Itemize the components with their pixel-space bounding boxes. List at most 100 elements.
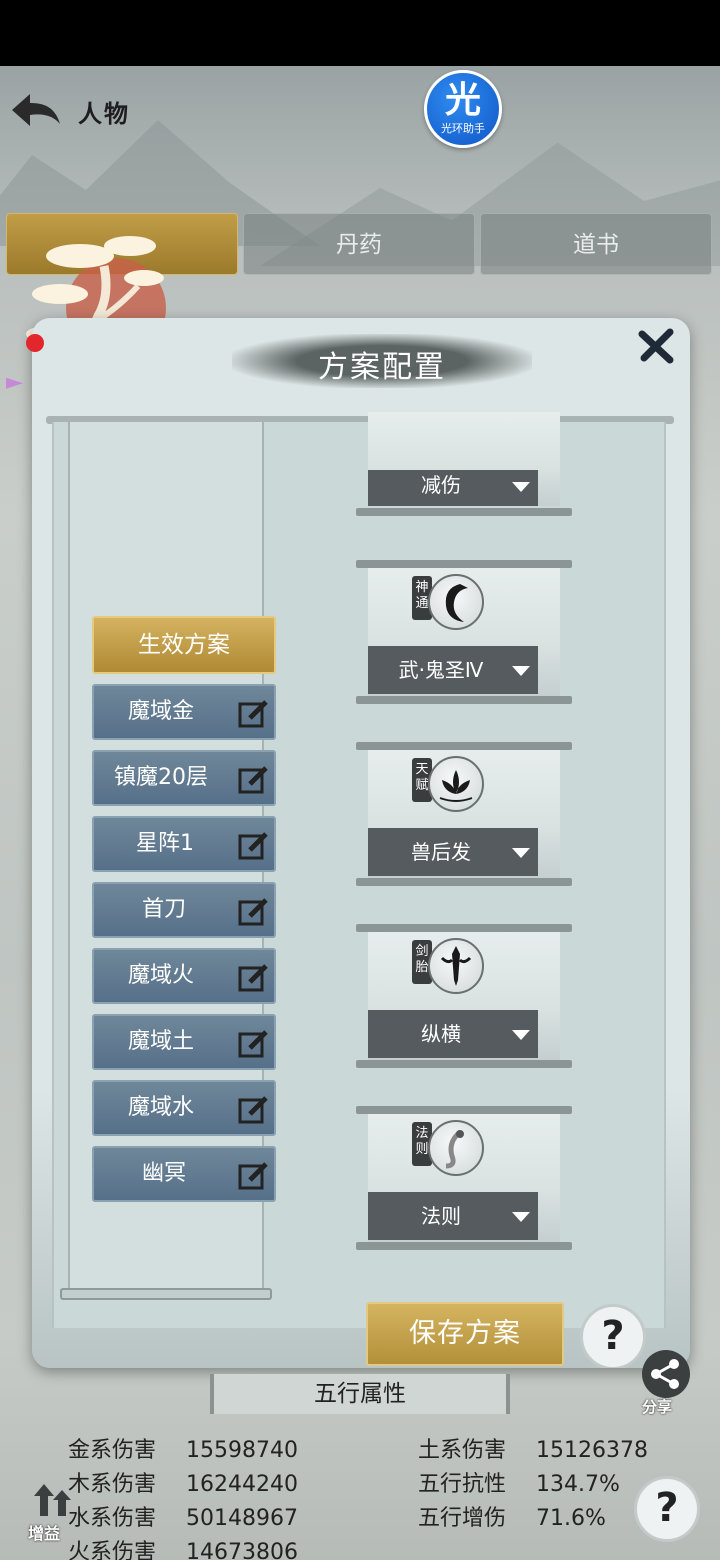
scroll-rod: [356, 1060, 572, 1068]
dialog-title: 方案配置: [318, 350, 446, 385]
slot-select[interactable]: 纵横: [368, 1010, 538, 1058]
plan-item[interactable]: 魔域金: [92, 684, 276, 740]
stat-label: 五行抗性: [418, 1472, 507, 1497]
plan-label: 魔域火: [128, 963, 195, 988]
plan-label: 魔域水: [128, 1095, 195, 1120]
stat-label: 五行增伤: [418, 1506, 507, 1531]
logo-glyph: 光: [444, 80, 481, 121]
scroll-rod: [356, 508, 572, 516]
plan-label: 首刀: [142, 897, 187, 922]
buff-arrows-icon: [34, 1484, 71, 1516]
plan-label: 魔域金: [128, 699, 195, 724]
stat-label: 木系伤害: [68, 1472, 157, 1497]
stat-row: 五行增伤 71.6%: [418, 1500, 606, 1532]
scroll-rod: [356, 742, 572, 750]
plan-item[interactable]: 星阵1: [92, 816, 276, 872]
slot-card-talent: 天赋 兽后发: [356, 742, 574, 888]
helper-logo[interactable]: 光 光环助手: [424, 70, 502, 148]
edit-icon[interactable]: [238, 698, 270, 728]
plan-label: 星阵1: [136, 831, 194, 856]
stat-value: 50148967: [186, 1506, 298, 1531]
scroll-rod: [60, 1288, 272, 1300]
close-icon[interactable]: [636, 326, 676, 366]
tab-pills[interactable]: 丹药: [243, 213, 475, 275]
plan-label: 镇魔20层: [114, 765, 208, 790]
slot-value: 法则: [421, 1204, 461, 1228]
title-ink-brush: 方案配置: [232, 334, 532, 388]
slot-card-shentong: 神通 武·鬼圣Ⅳ: [356, 560, 574, 706]
scroll-rod: [356, 1106, 572, 1114]
scroll-rod: [356, 878, 572, 886]
scroll-rod: [356, 696, 572, 704]
active-plan-button[interactable]: 生效方案: [92, 616, 276, 674]
share-button[interactable]: 分享: [636, 1348, 696, 1418]
help-button[interactable]: ?: [634, 1476, 700, 1542]
tab-daoshu[interactable]: 道书: [480, 213, 712, 275]
shentong-emblem-icon[interactable]: [428, 574, 484, 630]
slot-card-damage-reduction: 减伤: [356, 412, 574, 516]
stat-value: 15598740: [186, 1438, 298, 1463]
buff-label: 增益: [28, 1524, 61, 1543]
share-label: 分享: [642, 1398, 673, 1416]
slot-value: 武·鬼圣Ⅳ: [398, 658, 484, 682]
stat-value: 14673806: [186, 1540, 298, 1560]
edit-icon[interactable]: [238, 830, 270, 860]
scroll-rod: [356, 1242, 572, 1250]
plan-item[interactable]: 魔域土: [92, 1014, 276, 1070]
plan-item[interactable]: 魔域火: [92, 948, 276, 1004]
edit-icon[interactable]: [238, 1160, 270, 1190]
slot-select[interactable]: 武·鬼圣Ⅳ: [368, 646, 538, 694]
slot-value: 减伤: [421, 473, 461, 497]
edit-icon[interactable]: [238, 962, 270, 992]
stat-row: 土系伤害 15126378: [418, 1432, 648, 1464]
chevron-down-icon: [512, 1030, 530, 1040]
stat-label: 火系伤害: [68, 1540, 157, 1560]
stat-row: 金系伤害 15598740: [68, 1432, 298, 1464]
plan-label: 幽冥: [142, 1161, 187, 1186]
stat-row: 火系伤害 14673806: [68, 1534, 298, 1560]
plan-config-dialog: 方案配置 生效方案 魔域金 镇魔20层 星阵1 首刀 魔域火 魔域土 魔域水 幽…: [32, 318, 690, 1368]
chevron-down-icon: [512, 1212, 530, 1222]
stat-value: 15126378: [536, 1438, 648, 1463]
scroll-rod: [356, 560, 572, 568]
sword-emblem-icon[interactable]: [428, 938, 484, 994]
slot-select[interactable]: 减伤: [368, 470, 538, 506]
chevron-down-icon: [512, 482, 530, 492]
stat-row: 水系伤害 50148967: [68, 1500, 298, 1532]
plan-item[interactable]: 幽冥: [92, 1146, 276, 1202]
plan-item[interactable]: 首刀: [92, 882, 276, 938]
law-emblem-icon[interactable]: [428, 1120, 484, 1176]
plan-item[interactable]: 魔域水: [92, 1080, 276, 1136]
stat-value: 71.6%: [536, 1506, 606, 1531]
buff-button[interactable]: 增益: [28, 1482, 78, 1550]
slot-select[interactable]: 兽后发: [368, 828, 538, 876]
page-title: 人物: [78, 100, 130, 128]
side-expand-icon[interactable]: ►: [6, 370, 24, 395]
game-scene: 人物 光 光环助手 丹药 道书 ► 方案配置 生效方案 魔域金 镇魔20层 星阵…: [0, 66, 720, 1560]
lotus-emblem-icon[interactable]: [428, 756, 484, 812]
back-arrow-icon[interactable]: [8, 90, 68, 134]
stat-row: 五行抗性 134.7%: [418, 1466, 620, 1498]
edit-icon[interactable]: [238, 896, 270, 926]
stat-label: 水系伤害: [68, 1506, 157, 1531]
slot-card-law: 法则 法则: [356, 1106, 574, 1252]
logo-caption: 光环助手: [441, 122, 485, 135]
stat-label: 土系伤害: [418, 1438, 507, 1463]
edit-icon[interactable]: [238, 1028, 270, 1058]
stat-label: 金系伤害: [68, 1438, 157, 1463]
slot-value: 兽后发: [411, 840, 471, 864]
scroll-rod: [356, 924, 572, 932]
notification-dot: [26, 334, 44, 352]
stat-row: 木系伤害 16244240: [68, 1466, 298, 1498]
save-plan-button[interactable]: 保存方案: [366, 1302, 564, 1366]
edit-icon[interactable]: [238, 1094, 270, 1124]
edit-icon[interactable]: [238, 764, 270, 794]
chevron-down-icon: [512, 666, 530, 676]
stat-value: 134.7%: [536, 1472, 620, 1497]
chevron-down-icon: [512, 848, 530, 858]
five-elements-header: 五行属性: [210, 1374, 510, 1414]
stat-value: 16244240: [186, 1472, 298, 1497]
slot-card-sword-embryo: 剑胎 纵横: [356, 924, 574, 1070]
plan-item[interactable]: 镇魔20层: [92, 750, 276, 806]
slot-select[interactable]: 法则: [368, 1192, 538, 1240]
